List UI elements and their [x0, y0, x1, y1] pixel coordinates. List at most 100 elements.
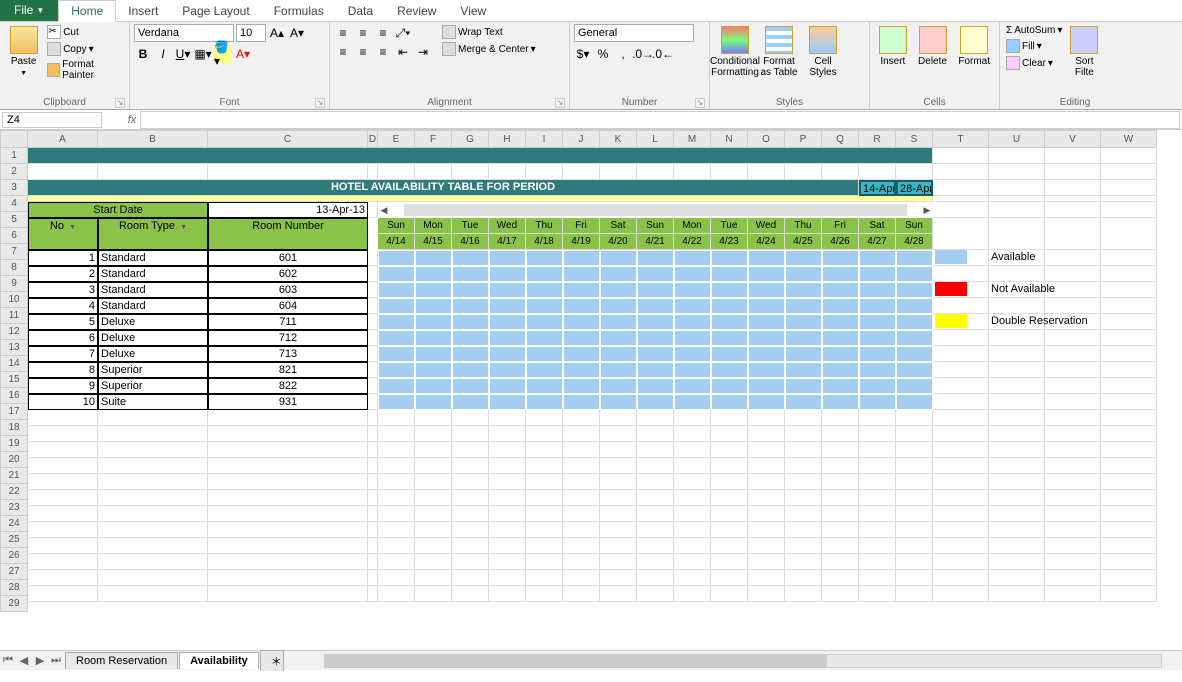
room-no-3[interactable]: 4	[28, 298, 98, 314]
row-header-8[interactable]: 8	[0, 260, 28, 276]
hdr-room-number[interactable]: Room Number	[208, 218, 368, 250]
avail-cell[interactable]	[637, 282, 674, 298]
row-header-22[interactable]: 22	[0, 484, 28, 500]
font-color-button[interactable]: A▾	[234, 45, 252, 63]
avail-cell[interactable]	[600, 250, 637, 266]
avail-cell[interactable]	[822, 250, 859, 266]
inc-decimal-button[interactable]: .0→	[634, 45, 652, 63]
avail-cell[interactable]	[600, 378, 637, 394]
avail-cell[interactable]	[526, 330, 563, 346]
cell-styles-button[interactable]: Cell Styles	[802, 24, 844, 80]
col-header-B[interactable]: B	[98, 130, 208, 148]
paste-button[interactable]: Paste▼	[4, 24, 43, 81]
avail-cell[interactable]	[896, 298, 933, 314]
avail-cell[interactable]	[711, 250, 748, 266]
conditional-formatting-button[interactable]: Conditional Formatting	[714, 24, 756, 80]
avail-cell[interactable]	[859, 250, 896, 266]
shrink-font-button[interactable]: A▾	[288, 24, 306, 42]
avail-cell[interactable]	[785, 346, 822, 362]
dec-decimal-button[interactable]: .0←	[654, 45, 672, 63]
select-all-corner[interactable]	[0, 130, 28, 148]
avail-cell[interactable]	[452, 282, 489, 298]
row-header-26[interactable]: 26	[0, 548, 28, 564]
col-header-R[interactable]: R	[859, 130, 896, 148]
avail-cell[interactable]	[637, 330, 674, 346]
avail-cell[interactable]	[489, 378, 526, 394]
avail-cell[interactable]	[526, 394, 563, 410]
room-no-1[interactable]: 2	[28, 266, 98, 282]
avail-cell[interactable]	[452, 378, 489, 394]
avail-cell[interactable]	[563, 346, 600, 362]
avail-cell[interactable]	[415, 378, 452, 394]
avail-cell[interactable]	[563, 330, 600, 346]
sheet-tab-availability[interactable]: Availability	[179, 652, 259, 669]
room-no-4[interactable]: 5	[28, 314, 98, 330]
room-number-4[interactable]: 711	[208, 314, 368, 330]
avail-cell[interactable]	[637, 314, 674, 330]
avail-cell[interactable]	[859, 266, 896, 282]
col-header-K[interactable]: K	[600, 130, 637, 148]
col-header-G[interactable]: G	[452, 130, 489, 148]
hdr-no[interactable]: No ▼	[28, 218, 98, 250]
wrap-text-button[interactable]: Wrap Text	[440, 24, 538, 40]
room-number-2[interactable]: 603	[208, 282, 368, 298]
avail-cell[interactable]	[452, 394, 489, 410]
tab-nav-prev[interactable]: ◀	[16, 654, 32, 667]
copy-button[interactable]: Copy ▾	[45, 41, 125, 57]
align-top-button[interactable]: ≡	[334, 24, 352, 42]
avail-cell[interactable]	[822, 330, 859, 346]
tab-view[interactable]: View	[448, 1, 498, 21]
align-bottom-button[interactable]: ≡	[374, 24, 392, 42]
cal-scrollbar[interactable]	[404, 204, 907, 216]
col-header-L[interactable]: L	[637, 130, 674, 148]
room-number-3[interactable]: 604	[208, 298, 368, 314]
room-number-8[interactable]: 822	[208, 378, 368, 394]
number-format-select[interactable]	[574, 24, 694, 42]
avail-cell[interactable]	[378, 266, 415, 282]
row-header-23[interactable]: 23	[0, 500, 28, 516]
avail-cell[interactable]	[859, 330, 896, 346]
room-type-6[interactable]: Deluxe	[98, 346, 208, 362]
tab-nav-first[interactable]: ⏮	[0, 654, 16, 667]
avail-cell[interactable]	[489, 394, 526, 410]
avail-cell[interactable]	[452, 362, 489, 378]
room-no-6[interactable]: 7	[28, 346, 98, 362]
row-header-21[interactable]: 21	[0, 468, 28, 484]
comma-button[interactable]: ,	[614, 45, 632, 63]
row-header-18[interactable]: 18	[0, 420, 28, 436]
border-button[interactable]: ▦▾	[194, 45, 212, 63]
avail-cell[interactable]	[859, 298, 896, 314]
avail-cell[interactable]	[452, 250, 489, 266]
indent-dec-button[interactable]: ⇤	[394, 43, 412, 61]
room-no-9[interactable]: 10	[28, 394, 98, 410]
avail-cell[interactable]	[785, 330, 822, 346]
filter-icon[interactable]: ▼	[180, 224, 187, 231]
avail-cell[interactable]	[415, 394, 452, 410]
row-header-6[interactable]: 6	[0, 228, 28, 244]
avail-cell[interactable]	[859, 314, 896, 330]
avail-cell[interactable]	[378, 282, 415, 298]
avail-cell[interactable]	[896, 250, 933, 266]
col-header-A[interactable]: A	[28, 130, 98, 148]
room-number-5[interactable]: 712	[208, 330, 368, 346]
avail-cell[interactable]	[526, 314, 563, 330]
italic-button[interactable]: I	[154, 45, 172, 63]
col-header-T[interactable]: T	[933, 130, 989, 148]
tab-insert[interactable]: Insert	[116, 1, 170, 21]
avail-cell[interactable]	[748, 298, 785, 314]
room-type-4[interactable]: Deluxe	[98, 314, 208, 330]
avail-cell[interactable]	[674, 346, 711, 362]
avail-cell[interactable]	[637, 298, 674, 314]
room-number-9[interactable]: 931	[208, 394, 368, 410]
row-header-1[interactable]: 1	[0, 148, 28, 164]
avail-cell[interactable]	[896, 266, 933, 282]
room-type-9[interactable]: Suite	[98, 394, 208, 410]
room-number-1[interactable]: 602	[208, 266, 368, 282]
avail-cell[interactable]	[637, 266, 674, 282]
avail-cell[interactable]	[415, 314, 452, 330]
avail-cell[interactable]	[785, 250, 822, 266]
avail-cell[interactable]	[378, 394, 415, 410]
avail-cell[interactable]	[489, 282, 526, 298]
col-header-I[interactable]: I	[526, 130, 563, 148]
avail-cell[interactable]	[711, 282, 748, 298]
